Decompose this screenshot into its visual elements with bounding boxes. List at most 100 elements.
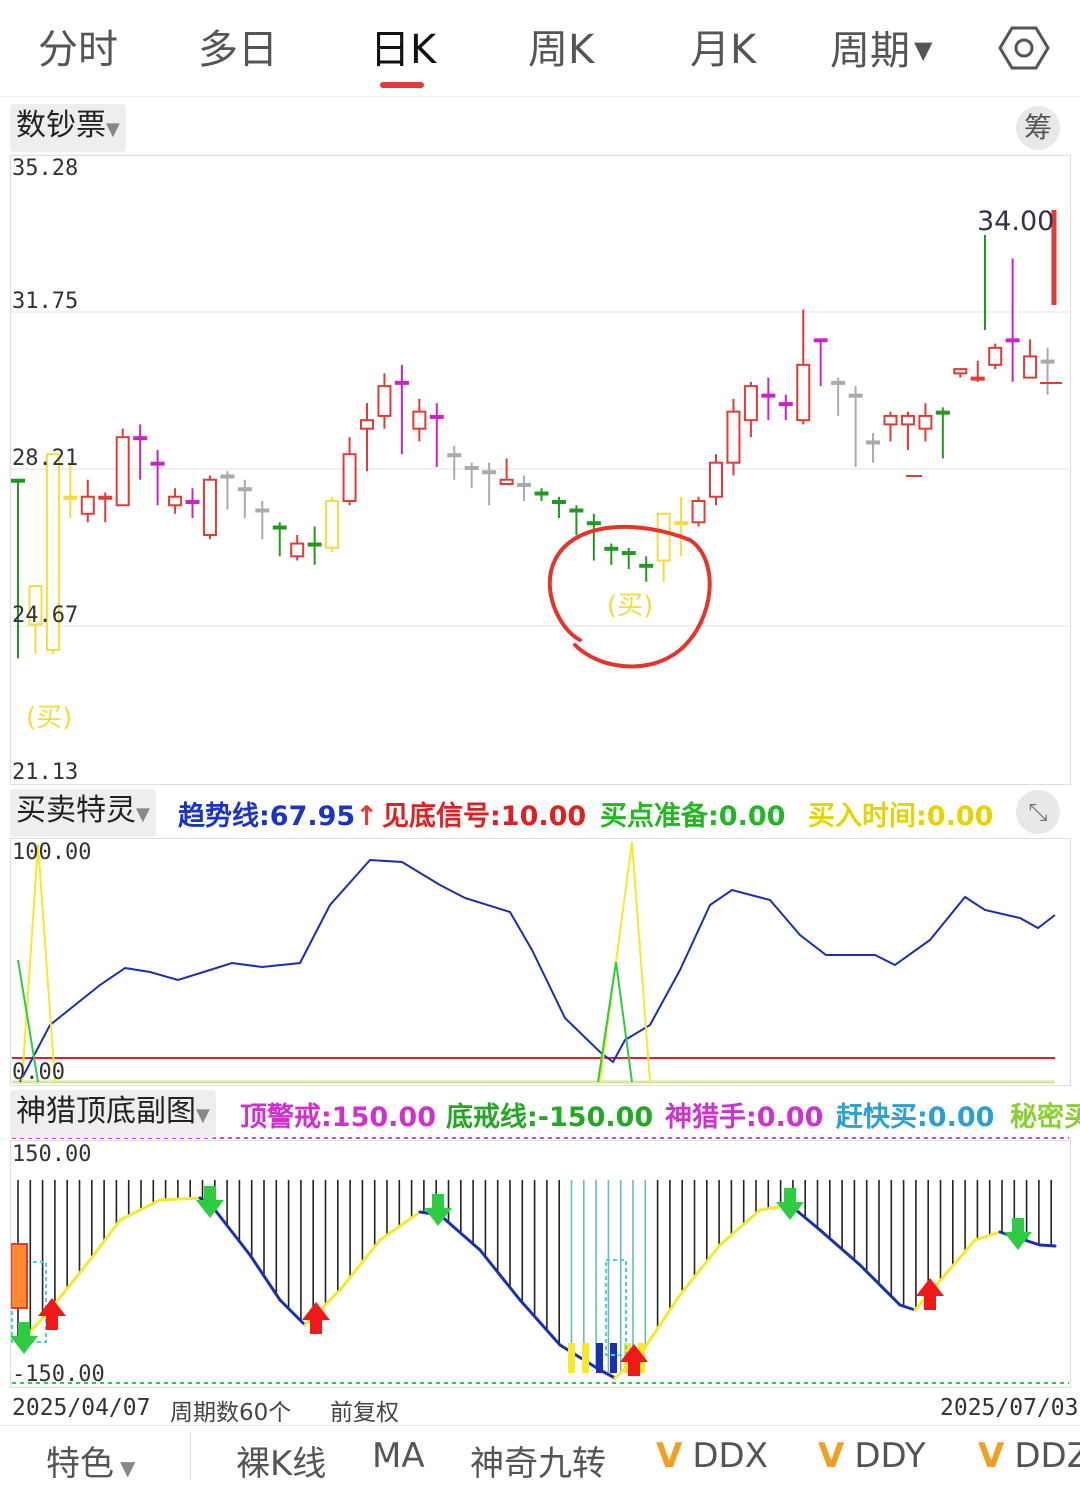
kline-candle	[1040, 347, 1055, 395]
candle-body	[80, 495, 95, 515]
candle-body	[220, 474, 235, 479]
kline-candle	[290, 535, 305, 561]
kline-candle	[272, 522, 287, 557]
candle-body	[988, 346, 1003, 366]
candle-body	[255, 508, 270, 513]
candle-body	[168, 495, 183, 507]
sub1-indicator-label: 买卖特灵	[16, 793, 136, 828]
kline-candle	[255, 500, 270, 540]
kline-candle	[499, 458, 514, 485]
candle-body	[11, 478, 25, 483]
kline-candle	[447, 445, 462, 480]
indicator-toolbar: 特色 ▼ 裸K线 MA 神奇九转 V DDX V DDY V DDZ	[0, 1425, 1080, 1486]
bottom-warning-value: 底戒线:-150.00	[446, 1102, 654, 1133]
candle-body	[656, 512, 671, 562]
candle-body	[1005, 338, 1020, 343]
kline-candle	[866, 432, 881, 463]
kline-candle	[360, 403, 374, 472]
kline-candle	[63, 462, 78, 519]
candle-body	[115, 436, 130, 507]
ma-button[interactable]: MA	[372, 1436, 425, 1476]
kline-candle	[517, 475, 532, 501]
candle-body	[150, 461, 165, 466]
ddy-toggle[interactable]: V DDY	[818, 1436, 926, 1476]
feature-dropdown[interactable]: 特色 ▼	[46, 1436, 135, 1485]
check-v-icon: V	[818, 1436, 845, 1476]
kline-candle	[412, 398, 427, 442]
buy-time-value: 买入时间:0.00	[808, 801, 994, 832]
sub1-y-max: 100.00	[12, 840, 92, 865]
kline-candle	[534, 488, 549, 501]
candle-body	[133, 436, 148, 441]
kline-candle	[831, 377, 846, 416]
kline-candle	[639, 556, 654, 582]
candle-body	[342, 453, 357, 502]
trend-line-value: 趋势线:67.95↑	[178, 801, 378, 832]
kline-candle	[98, 492, 113, 523]
kline-candle	[80, 479, 95, 523]
caret-down-icon: ▼	[120, 1456, 136, 1480]
candle-body	[360, 419, 374, 430]
kline-candle	[709, 454, 723, 506]
sub1-chart-frame	[10, 838, 1071, 1086]
kline-candle	[656, 512, 671, 582]
candle-body	[98, 495, 113, 500]
hunter-value: 神猎手:0.00	[665, 1102, 824, 1133]
ddz-toggle[interactable]: V DDZ	[978, 1436, 1080, 1476]
sub2-indicator-selector[interactable]: 神猎顶底副图▼	[10, 1090, 216, 1138]
caret-down-icon: ▼	[136, 804, 150, 825]
candle-body	[307, 542, 322, 547]
sub2-y-max: 150.00	[12, 1142, 92, 1167]
candle-body	[953, 368, 968, 375]
sub2-y-min: -150.00	[12, 1362, 105, 1387]
kline-candle	[1023, 339, 1038, 379]
kline-candle	[11, 478, 25, 659]
period-count: 周期数60个	[170, 1400, 292, 1426]
expand-icon[interactable]: ⤡	[1016, 790, 1060, 834]
check-v-icon: V	[656, 1436, 683, 1476]
candle-body	[691, 499, 706, 524]
candle-body	[237, 487, 252, 492]
top-warning-value: 顶警戒:150.00	[240, 1102, 436, 1133]
candle-body	[185, 499, 200, 504]
toolbar-divider	[190, 1432, 191, 1480]
bottom-signal-value: 见底信号:10.00	[382, 801, 587, 832]
kline-candle	[307, 526, 322, 565]
secret-buy-value: 秘密买	[1010, 1102, 1080, 1133]
candle-body	[935, 410, 950, 415]
kline-candle	[743, 381, 758, 438]
buy-prepare-value: 买点准备:0.00	[600, 801, 786, 832]
naked-kline-button[interactable]: 裸K线	[236, 1436, 326, 1485]
kline-candle	[935, 407, 950, 459]
feature-label: 特色	[46, 1444, 114, 1484]
candle-body	[1023, 355, 1038, 379]
candle-body	[551, 499, 566, 504]
kline-candle	[133, 424, 148, 480]
buy-signal-label: (买)	[607, 591, 654, 621]
kline-candle	[883, 411, 898, 442]
y-axis-min: 21.13	[12, 760, 79, 785]
end-date: 2025/07/03	[940, 1395, 1079, 1421]
candle-body	[272, 525, 287, 530]
sub1-indicator-selector[interactable]: 买卖特灵▼	[10, 789, 156, 837]
kline-candle	[604, 543, 619, 565]
kline-candle	[185, 488, 200, 519]
kline-candle	[325, 496, 340, 553]
price-adjust-mode[interactable]: 前复权	[330, 1393, 399, 1427]
y-axis-tick-3: 28.21	[12, 446, 79, 471]
kline-candle	[621, 547, 636, 570]
kline-candle	[988, 343, 1003, 370]
candle-body	[761, 393, 776, 398]
kline-candle	[464, 462, 479, 489]
candle-body	[534, 491, 549, 496]
kline-candle	[168, 488, 183, 514]
kline-candle	[813, 338, 828, 387]
kline-candle	[1005, 258, 1020, 382]
candle-body	[447, 453, 462, 458]
kline-candle	[342, 437, 357, 506]
ddx-toggle[interactable]: V DDX	[656, 1436, 768, 1476]
buy-signal-label-left: (买)	[26, 703, 73, 733]
sub2-chart-frame	[10, 1140, 1071, 1388]
magic-nine-button[interactable]: 神奇九转	[470, 1436, 606, 1485]
y-axis-max: 35.28	[12, 156, 79, 181]
